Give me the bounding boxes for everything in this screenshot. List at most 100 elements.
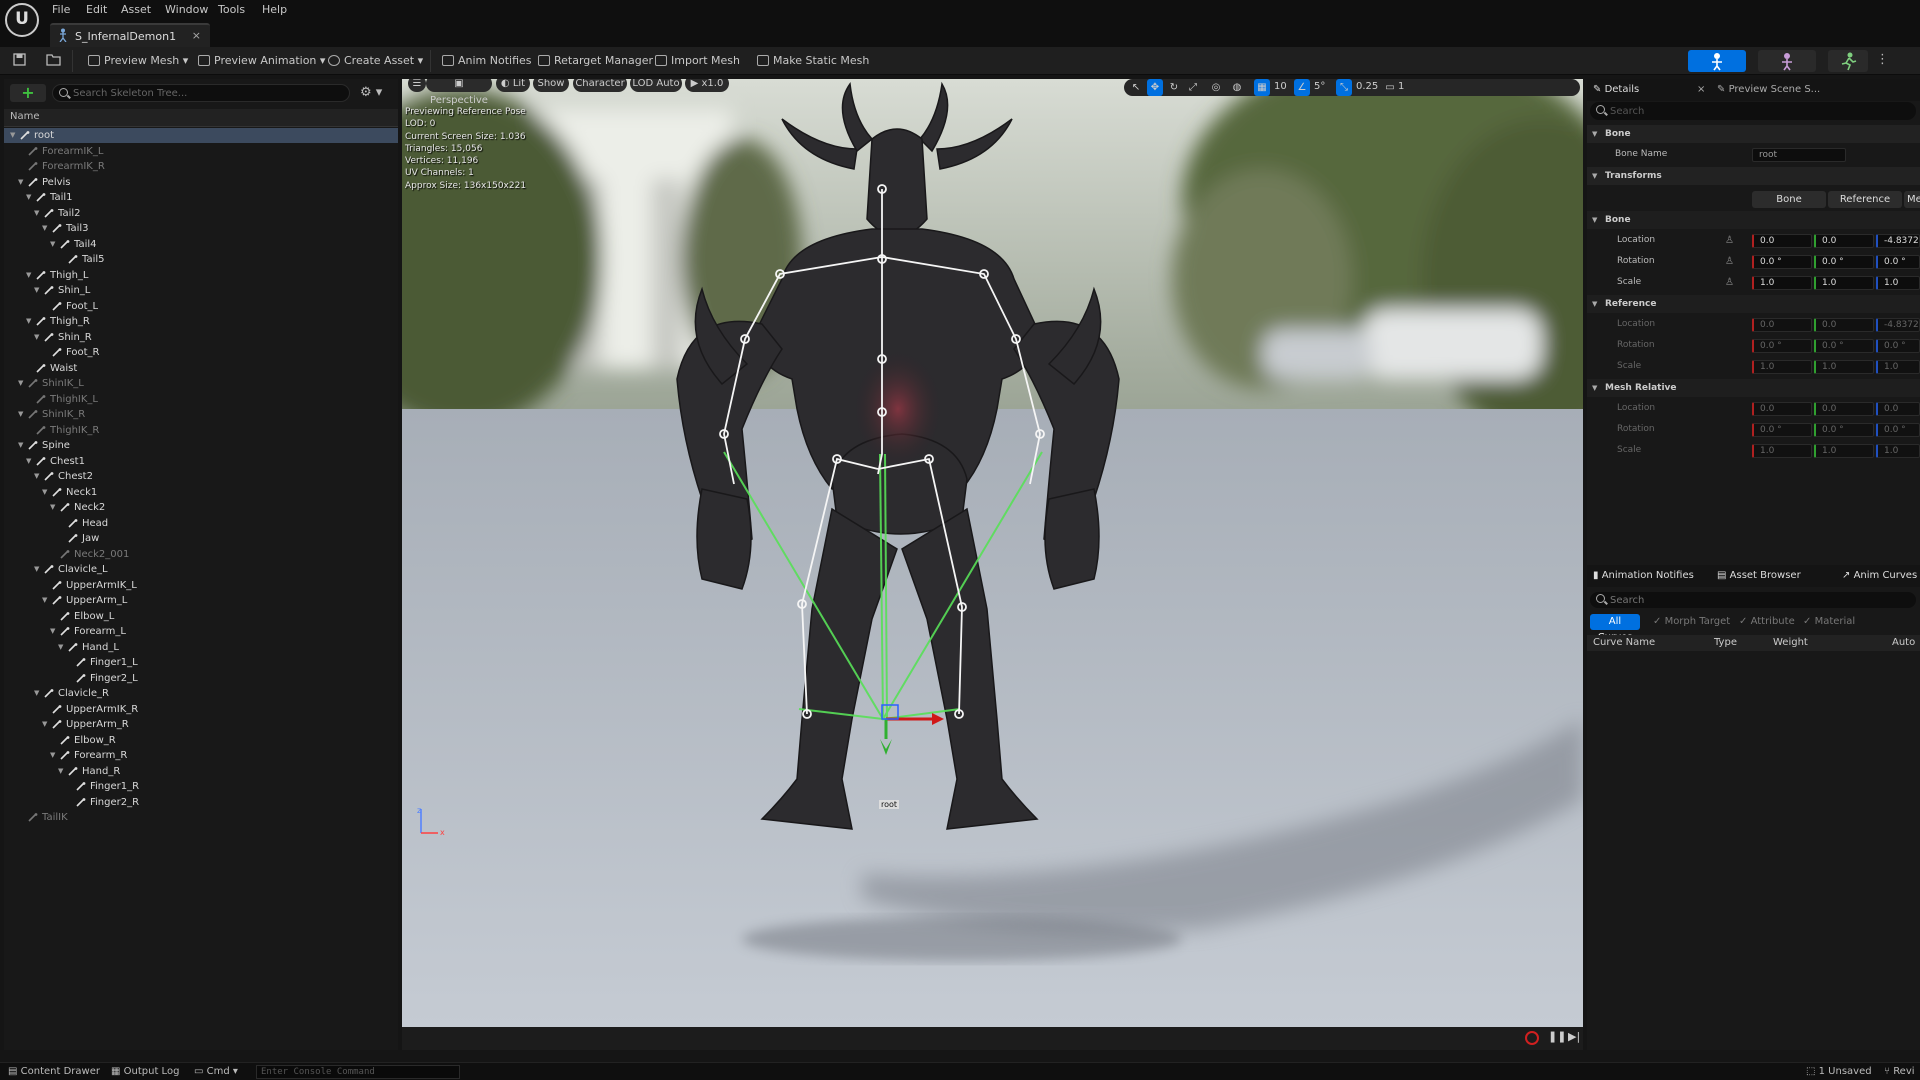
more-options-icon[interactable]: ⋮ [1876,52,1889,67]
y-value-field[interactable]: 1.0 [1814,360,1874,374]
z-value-field[interactable]: -4.8372 [1876,318,1920,332]
expand-arrow-icon[interactable]: ▼ [42,717,47,732]
expand-arrow-icon[interactable]: ▼ [34,562,39,577]
scale-snap-icon[interactable]: ⤡ [1336,79,1352,96]
tree-row-pelvis[interactable]: ▼ Pelvis [4,175,398,190]
expand-arrow-icon[interactable]: ▼ [10,128,15,143]
tree-row-thigh-r[interactable]: ▼ Thigh_R [4,314,398,329]
record-icon[interactable] [1525,1031,1539,1045]
tree-row-chest2[interactable]: ▼ Chest2 [4,469,398,484]
animation-notifies-tab[interactable]: ▮ Animation Notifies [1593,565,1694,587]
curves-search-input[interactable] [1610,593,1900,607]
menu-tools[interactable]: Tools [218,2,245,18]
tree-row-forearm-l[interactable]: ▼ Forearm_L [4,624,398,639]
expand-arrow-icon[interactable]: ▼ [26,190,31,205]
skeleton-mode-button[interactable] [1688,50,1746,72]
expand-arrow-icon[interactable]: ▼ [34,206,39,221]
document-tab[interactable]: S_InfernalDemon1 × [50,23,210,47]
tree-row-waist[interactable]: Waist [4,361,398,376]
tree-row-spine[interactable]: ▼ Spine [4,438,398,453]
expand-arrow-icon[interactable]: ▼ [50,237,55,252]
menu-asset[interactable]: Asset [121,2,151,18]
expand-arrow-icon[interactable]: ▼ [34,686,39,701]
tree-row-tail1[interactable]: ▼ Tail1 [4,190,398,205]
anim-notifies-button[interactable]: Anim Notifies [442,53,532,69]
expand-arrow-icon[interactable]: ▼ [50,624,55,639]
tree-row-root[interactable]: ▼ root [4,128,398,143]
add-socket-button[interactable]: + [10,84,46,102]
reset-to-default-icon[interactable]: ♙ [1725,277,1734,288]
z-value-field[interactable]: 1.0 [1876,444,1920,458]
console-command-input[interactable] [256,1065,460,1079]
tree-row-upperarmik-l[interactable]: UpperArmIK_L [4,578,398,593]
expand-arrow-icon[interactable]: ▼ [42,485,47,500]
x-value-field[interactable]: 0.0 ° [1752,423,1812,437]
lit-button[interactable]: ◐ Lit [496,79,530,92]
expand-arrow-icon[interactable]: ▼ [58,640,63,655]
details-search[interactable] [1590,102,1916,120]
browse-icon[interactable] [46,53,61,66]
tree-row-head[interactable]: Head [4,516,398,531]
z-value-field[interactable]: 0.0 [1876,402,1920,416]
tree-row-hand-r[interactable]: ▼ Hand_R [4,764,398,779]
material-filter[interactable]: ✓ Material [1803,616,1855,627]
expand-arrow-icon[interactable]: ▼ [34,283,39,298]
expand-arrow-icon[interactable]: ▼ [18,175,23,190]
bone-section-header[interactable]: ▼ Bone [1587,125,1920,143]
type-column[interactable]: Type [1714,637,1737,648]
curve-name-column[interactable]: Curve Name [1593,637,1655,648]
reset-to-default-icon[interactable]: ♙ [1725,256,1734,267]
expand-arrow-icon[interactable]: ▼ [18,407,23,422]
menu-help[interactable]: Help [262,2,287,18]
expand-arrow-icon[interactable]: ▼ [34,469,39,484]
select-mode-icon[interactable]: ↖ [1128,79,1144,96]
tree-row-neck2[interactable]: ▼ Neck2 [4,500,398,515]
curves-search[interactable] [1590,592,1916,608]
menu-file[interactable]: File [52,2,70,18]
tree-row-upperarm-l[interactable]: ▼ UpperArm_L [4,593,398,608]
angle-snap-value[interactable]: 5° [1314,81,1325,92]
tree-row-neck2-001[interactable]: Neck2_001 [4,547,398,562]
tree-row-forearmik-r[interactable]: ForearmIK_R [4,159,398,174]
expand-arrow-icon[interactable]: ▼ [34,330,39,345]
tree-row-finger2-r[interactable]: Finger2_R [4,795,398,810]
rotate-icon[interactable]: ↻ [1166,79,1182,96]
close-tab-icon[interactable]: × [192,29,201,42]
tree-row-elbow-l[interactable]: Elbow_L [4,609,398,624]
x-value-field[interactable]: 1.0 [1752,360,1812,374]
z-value-field[interactable]: 1.0 [1876,276,1920,290]
x-value-field[interactable]: 0.0 [1752,402,1812,416]
mesh-relative-group-header[interactable]: ▼ Mesh Relative [1587,379,1920,397]
all-curves-filter[interactable]: All Curves [1590,614,1640,643]
expand-arrow-icon[interactable]: ▼ [26,268,31,283]
expand-arrow-icon[interactable]: ▼ [42,221,47,236]
tree-row-clavicle-r[interactable]: ▼ Clavicle_R [4,686,398,701]
tree-row-shin-l[interactable]: ▼ Shin_L [4,283,398,298]
details-tab[interactable]: ✎ Details [1593,79,1639,101]
y-value-field[interactable]: 1.0 [1814,276,1874,290]
create-asset-button[interactable]: Create Asset ▾ [328,53,423,69]
surface-snap-icon[interactable]: ◍ [1229,79,1245,96]
anim-curves-tab[interactable]: ↗ Anim Curves [1842,565,1917,587]
tree-row-chest1[interactable]: ▼ Chest1 [4,454,398,469]
tree-row-jaw[interactable]: Jaw [4,531,398,546]
tree-row-tailik[interactable]: TailIK [4,810,398,825]
skeleton-tree-search-input[interactable] [73,86,343,100]
translate-icon[interactable]: ✥ [1147,79,1163,96]
z-value-field[interactable]: 1.0 [1876,360,1920,374]
tree-row-tail5[interactable]: Tail5 [4,252,398,267]
z-value-field[interactable]: 0.0 ° [1876,339,1920,353]
tree-row-thigh-l[interactable]: ▼ Thigh_L [4,268,398,283]
expand-arrow-icon[interactable]: ▼ [26,314,31,329]
transforms-section-header[interactable]: ▼ Transforms [1587,167,1920,185]
tree-row-shinik-r[interactable]: ▼ ShinIK_R [4,407,398,422]
output-log-button[interactable]: ▦ Output Log [111,1065,179,1079]
revision-control-button[interactable]: ⑂ Revi [1884,1065,1915,1079]
mesh-mode-button[interactable] [1758,50,1816,72]
tree-settings-gear-icon[interactable]: ⚙ ▾ [360,85,382,100]
bone-name-field[interactable]: root [1752,148,1846,162]
viewport[interactable]: Previewing Reference Pose LOD: 0 Current S… [402,79,1583,1027]
x-value-field[interactable]: 0.0 [1752,234,1812,248]
playback-speed-button[interactable]: ▶ x1.0 [685,79,729,92]
unreal-logo[interactable]: U [5,3,39,37]
